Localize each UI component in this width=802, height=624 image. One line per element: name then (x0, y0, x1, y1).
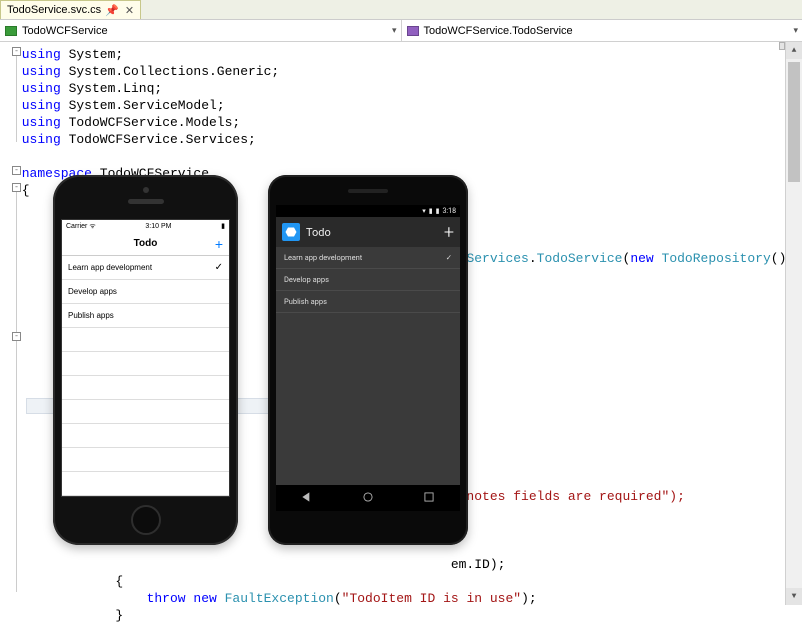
vertical-scrollbar[interactable]: ▲ ▼ (785, 42, 802, 605)
android-speaker (348, 189, 388, 193)
ios-add-button[interactable]: + (215, 236, 223, 252)
fold-gutter: - - - - (0, 42, 18, 605)
ios-title: Todo (134, 238, 158, 249)
list-item[interactable]: Learn app development✓ (62, 256, 229, 280)
list-item[interactable] (62, 352, 229, 376)
xamarin-icon (282, 223, 300, 241)
ios-time: 3:10 PM (145, 223, 171, 230)
class-label: TodoWCFService.TodoService (424, 25, 573, 37)
battery-icon: ▮ (436, 207, 440, 215)
ios-carrier: Carrier (66, 223, 87, 230)
list-item[interactable]: Publish apps (62, 304, 229, 328)
iphone-mockup: Carrier ᯤ 3:10 PM ▮ Todo + Learn app dev… (53, 175, 238, 545)
ios-nav-bar: Todo + (62, 232, 229, 256)
android-add-button[interactable]: + (444, 222, 454, 243)
document-tab[interactable]: TodoService.svc.cs 📌 ✕ (0, 0, 141, 19)
signal-icon: ▮ (429, 207, 433, 215)
android-app-bar: Todo + (276, 217, 460, 247)
android-back-button[interactable] (300, 490, 314, 507)
list-item[interactable] (62, 376, 229, 400)
namespace-label: TodoWCFService (22, 25, 108, 37)
battery-icon: ▮ (221, 222, 225, 230)
document-tab-bar: TodoService.svc.cs 📌 ✕ (0, 0, 802, 20)
scroll-up-arrow[interactable]: ▲ (786, 42, 802, 59)
iphone-screen: Carrier ᯤ 3:10 PM ▮ Todo + Learn app dev… (61, 219, 230, 497)
android-todo-list[interactable]: Learn app development✓ Develop apps Publ… (276, 247, 460, 485)
class-dropdown[interactable]: TodoWCFService.TodoService ▾ (402, 20, 802, 41)
namespace-icon (4, 24, 18, 38)
android-time: 3:18 (443, 207, 457, 215)
list-item[interactable] (62, 424, 229, 448)
android-recent-button[interactable] (422, 490, 436, 507)
list-item[interactable]: Develop apps (276, 269, 460, 291)
list-item[interactable] (62, 328, 229, 352)
code-navigation-bar: TodoWCFService ▾ TodoWCFService.TodoServ… (0, 20, 802, 42)
list-item[interactable] (62, 448, 229, 472)
iphone-speaker (128, 199, 164, 204)
android-nav-bar (276, 485, 460, 511)
wifi-icon: ▾ (422, 207, 426, 215)
list-item[interactable]: Publish apps (276, 291, 460, 313)
scroll-down-arrow[interactable]: ▼ (786, 588, 802, 605)
list-item[interactable]: Develop apps (62, 280, 229, 304)
android-screen: ▾ ▮ ▮ 3:18 Todo + Learn app development✓… (276, 205, 460, 511)
split-handle[interactable] (779, 42, 785, 50)
check-icon: ✓ (446, 253, 452, 262)
check-icon: ✓ (215, 262, 223, 273)
scroll-thumb[interactable] (788, 62, 800, 182)
android-home-button[interactable] (361, 490, 375, 507)
pin-icon[interactable]: 📌 (105, 4, 119, 17)
android-title: Todo (306, 226, 438, 239)
chevron-down-icon: ▾ (793, 25, 798, 36)
list-item[interactable]: Learn app development✓ (276, 247, 460, 269)
android-status-bar: ▾ ▮ ▮ 3:18 (276, 205, 460, 217)
ios-todo-list[interactable]: Learn app development✓ Develop apps Publ… (62, 256, 229, 496)
chevron-down-icon: ▾ (392, 25, 397, 36)
list-item[interactable] (62, 472, 229, 496)
list-item[interactable] (62, 400, 229, 424)
iphone-home-button[interactable] (131, 505, 161, 535)
ios-status-bar: Carrier ᯤ 3:10 PM ▮ (62, 220, 229, 232)
iphone-camera (143, 187, 149, 193)
namespace-dropdown[interactable]: TodoWCFService ▾ (0, 20, 402, 41)
tab-filename: TodoService.svc.cs (7, 4, 101, 16)
close-icon[interactable]: ✕ (123, 4, 136, 17)
class-icon (406, 24, 420, 38)
android-mockup: ▾ ▮ ▮ 3:18 Todo + Learn app development✓… (268, 175, 468, 545)
wifi-icon: ᯤ (89, 223, 95, 230)
